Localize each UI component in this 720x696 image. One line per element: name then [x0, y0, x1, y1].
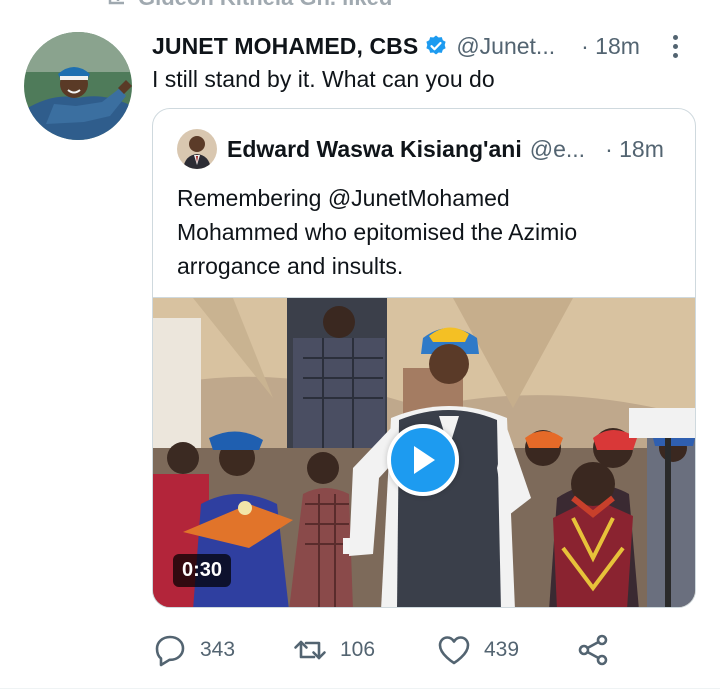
like-button[interactable]: 439 [436, 626, 519, 674]
play-icon[interactable] [387, 424, 459, 496]
author-handle[interactable]: @Junet... [456, 33, 555, 60]
reply-button[interactable]: 343 [152, 626, 235, 674]
tweet-actions: 343 106 439 [152, 626, 712, 674]
like-count: 439 [484, 638, 520, 661]
video-player[interactable]: 0:30 [153, 297, 695, 607]
quoted-text-line: Remembering @JunetMohamed [177, 185, 510, 211]
share-icon [578, 634, 608, 666]
reply-count: 343 [200, 638, 236, 661]
heart-icon [438, 636, 470, 665]
quoted-author-avatar[interactable] [177, 129, 217, 169]
tweet-time[interactable]: · 18m [581, 33, 640, 60]
author-avatar[interactable] [24, 32, 132, 140]
reply-icon [155, 635, 185, 667]
quoted-tweet-header: Edward Waswa Kisiang'ani @e... · 18m [177, 129, 664, 169]
retweet-count: 106 [340, 638, 376, 661]
retweet-icon [294, 640, 326, 660]
quoted-author-name[interactable]: Edward Waswa Kisiang'ani [227, 136, 522, 163]
tweet-header: JUNET MOHAMED, CBS @Junet... · 18m [152, 30, 692, 62]
more-options-icon[interactable] [664, 30, 686, 62]
quoted-author-handle[interactable]: @e... [530, 136, 585, 163]
quoted-text-line: arrogance and insults. [177, 253, 404, 279]
quoted-tweet-text: Remembering @JunetMohamed Mohammed who e… [177, 181, 677, 283]
verified-badge-icon [426, 35, 446, 55]
retweet-button[interactable]: 106 [292, 626, 375, 674]
quoted-tweet[interactable]: Edward Waswa Kisiang'ani @e... · 18m Rem… [152, 108, 696, 608]
share-button[interactable] [576, 626, 612, 674]
quoted-text-line: Mohammed who epitomised the Azimio [177, 219, 578, 245]
video-duration: 0:30 [173, 554, 232, 587]
quoted-tweet-time[interactable]: · 18m [605, 136, 664, 163]
author-name[interactable]: JUNET MOHAMED, CBS [152, 33, 418, 60]
divider [0, 688, 720, 689]
tweet[interactable]: JUNET MOHAMED, CBS @Junet... · 18m I sti… [0, 0, 720, 696]
tweet-text: I still stand by it. What can you do [152, 66, 495, 92]
